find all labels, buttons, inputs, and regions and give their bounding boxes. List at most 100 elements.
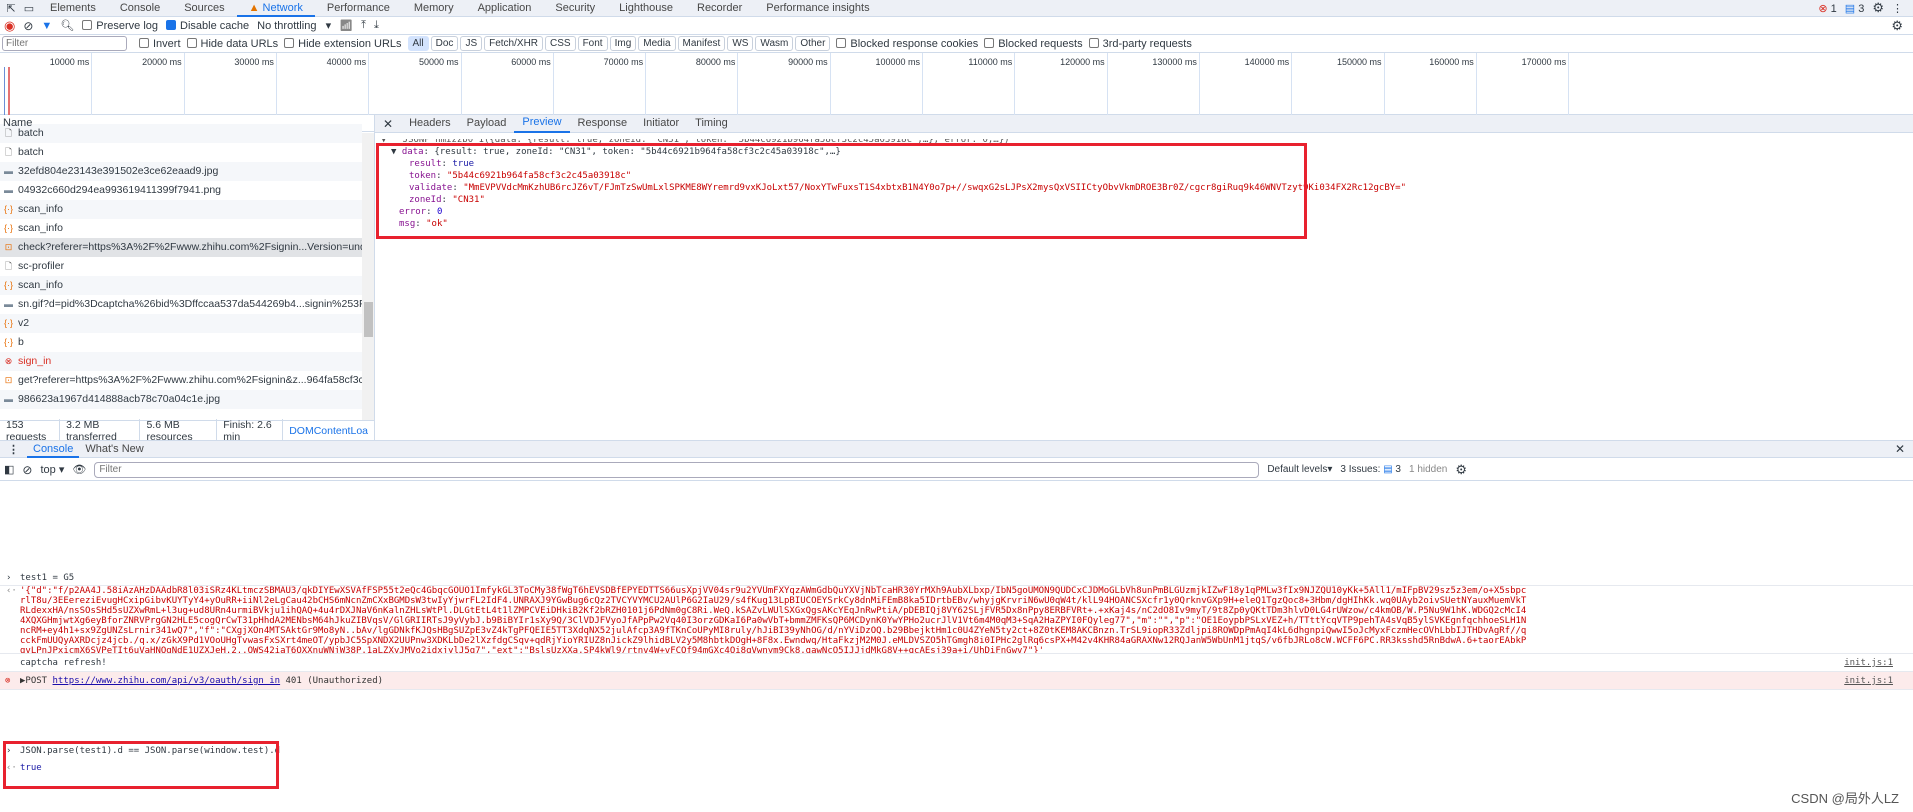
console-toolbar: ◧ ⊘ top ▾ 👁︎ Default levels▾ 3 Issues: ▤… — [0, 459, 1913, 481]
clear-console-icon[interactable]: ⊘ — [22, 463, 32, 477]
inspect-element-icon[interactable]: ⇱ — [2, 2, 20, 15]
request-row[interactable]: ⊡ check?referer=https%3A%2F%2Fwww.zhihu.c… — [0, 238, 362, 257]
tab-console[interactable]: Console — [108, 0, 172, 17]
network-overview-timeline[interactable]: 10000 ms 20000 ms 30000 ms 40000 ms 50000 ms… — [0, 53, 1913, 115]
tab-application[interactable]: Application — [466, 0, 544, 17]
tab-network[interactable]: ▲ Network — [236, 0, 315, 17]
request-row[interactable]: {·} scan_info — [0, 219, 362, 238]
tab-security[interactable]: Security — [543, 0, 607, 17]
filter-type-wasm[interactable]: Wasm — [755, 36, 794, 51]
blocked-cookies-checkbox[interactable]: Blocked response cookies — [836, 37, 978, 50]
device-toolbar-icon[interactable]: ▭ — [20, 2, 38, 15]
filter-type-all[interactable]: All — [407, 36, 429, 51]
hide-data-urls-checkbox[interactable]: Hide data URLs — [186, 37, 278, 50]
tab-sources[interactable]: Sources — [172, 0, 236, 17]
filter-type-font[interactable]: Font — [577, 36, 608, 51]
network-filter-input[interactable] — [2, 36, 127, 51]
request-row[interactable]: {·} v2 — [0, 314, 362, 333]
timeline-activity-marker — [4, 67, 5, 115]
filter-type-media[interactable]: Media — [638, 36, 676, 51]
blocked-requests-checkbox[interactable]: Blocked requests — [984, 37, 1083, 50]
console-filter-input[interactable] — [94, 461, 1260, 478]
filter-type-other[interactable]: Other — [795, 36, 831, 51]
network-settings-gear-icon[interactable]: ⚙ — [1891, 18, 1903, 34]
settings-gear-icon[interactable]: ⚙ — [1872, 0, 1884, 16]
log-source-link[interactable]: init.js:1 — [1844, 654, 1893, 672]
file-icon: 🗋 — [4, 261, 13, 271]
disable-cache-checkbox[interactable]: Disable cache — [166, 19, 249, 32]
tab-elements[interactable]: Elements — [38, 0, 108, 17]
timeline-tick: 50000 ms — [419, 53, 462, 115]
watermark: CSDN @局外人LZ — [1791, 791, 1899, 806]
request-row[interactable]: ▬ 32efd804e23143e391502e3ce62eaad9.jpg — [0, 162, 362, 181]
import-har-icon[interactable]: ⤒ — [361, 19, 366, 32]
request-row[interactable]: {·} scan_info — [0, 200, 362, 219]
throttling-select[interactable]: No throttling ▾ — [257, 19, 331, 32]
more-options-icon[interactable]: ⋮ — [1892, 2, 1903, 15]
issues-count-badge[interactable]: ▤ 3 — [1845, 2, 1865, 15]
request-row[interactable]: {·} scan_info — [0, 276, 362, 295]
close-drawer-icon[interactable]: ✕ — [1895, 442, 1913, 456]
network-conditions-icon[interactable]: 📶︎ — [339, 19, 353, 32]
request-row[interactable]: 🗋 batch — [0, 143, 362, 162]
error-source-link[interactable]: init.js:1 — [1844, 672, 1893, 690]
search-icon[interactable]: 🔍︎ — [60, 19, 74, 32]
request-row[interactable]: ▬ sn.gif?d=pid%3Dcaptcha%26bid%3Dffccaa53… — [0, 295, 362, 314]
filter-type-ws[interactable]: WS — [727, 36, 754, 51]
console-sidebar-icon[interactable]: ◧ — [4, 463, 14, 476]
console-prompt-input[interactable] — [0, 790, 1913, 810]
tab-memory[interactable]: Memory — [402, 0, 466, 17]
request-row[interactable]: ▬ 986623a1967d414888acb78c70a04c1e.jpg — [0, 390, 362, 409]
invert-checkbox[interactable]: Invert — [139, 37, 181, 50]
log-levels-select[interactable]: Default levels▾ — [1267, 464, 1332, 475]
drawer-tab-console[interactable]: Console — [27, 441, 80, 458]
tab-performance-insights[interactable]: Performance insights — [754, 0, 881, 17]
tab-recorder[interactable]: Recorder — [685, 0, 754, 17]
tab-performance[interactable]: Performance — [315, 0, 402, 17]
console-settings-gear-icon[interactable]: ⚙ — [1455, 462, 1467, 478]
request-list-scrollbar[interactable] — [362, 133, 374, 420]
drawer-menu-icon[interactable]: ⋮ — [0, 443, 27, 456]
close-details-icon[interactable]: ✕ — [375, 117, 401, 131]
details-tab-headers[interactable]: Headers — [401, 115, 459, 132]
image-icon: ▬ — [4, 185, 13, 195]
drawer-tab-whats-new[interactable]: What's New — [79, 441, 149, 458]
request-row[interactable]: {·} b — [0, 333, 362, 352]
export-har-icon[interactable]: ⤓ — [374, 19, 379, 32]
details-tab-timing[interactable]: Timing — [687, 115, 736, 132]
hide-extension-urls-checkbox[interactable]: Hide extension URLs — [284, 37, 402, 50]
details-tab-payload[interactable]: Payload — [459, 115, 515, 132]
issues-button[interactable]: 3 Issues: ▤ 3 — [1340, 464, 1401, 475]
details-tab-response[interactable]: Response — [570, 115, 636, 132]
filter-type-manifest[interactable]: Manifest — [677, 36, 726, 51]
error-request-url[interactable]: https://www.zhihu.com/api/v3/oauth/sign_… — [53, 676, 281, 686]
status-item: Finish: 2.6 min — [217, 418, 284, 443]
filter-funnel-icon[interactable]: ▼ — [41, 20, 52, 32]
filter-type-doc[interactable]: Doc — [430, 36, 459, 51]
filter-type-img[interactable]: Img — [609, 36, 637, 51]
request-list: Name 🗋 batch 🗋 batch ▬ 32efd804e23143e391502e… — [0, 115, 375, 420]
request-row[interactable]: 🗋 batch — [0, 124, 362, 143]
error-count-badge[interactable]: ⊗ 1 — [1818, 2, 1836, 15]
xhr-icon: {·} — [3, 318, 13, 328]
filter-type-js[interactable]: JS — [460, 36, 483, 51]
details-tab-initiator[interactable]: Initiator — [635, 115, 687, 132]
request-row[interactable]: ▬905834d88ce444fdb80cee94f6e8d2ff.png — [0, 409, 362, 412]
request-row[interactable]: ⊡ get?referer=https%3A%2F%2Fwww.zhihu.com… — [0, 371, 362, 390]
preserve-log-checkbox[interactable]: Preserve log — [82, 19, 158, 32]
request-row[interactable]: 🗋 sc-profiler — [0, 257, 362, 276]
details-tab-preview[interactable]: Preview — [514, 114, 570, 133]
third-party-checkbox[interactable]: 3rd-party requests — [1088, 37, 1192, 50]
filter-type-fetch-xhr[interactable]: Fetch/XHR — [484, 36, 544, 51]
live-expression-eye-icon[interactable]: 👁︎ — [72, 463, 86, 476]
clear-icon[interactable]: ⊘ — [23, 19, 33, 33]
request-row[interactable]: ▬ 04932c660d294ea993619411399f7941.png — [0, 181, 362, 200]
scrollbar-thumb[interactable] — [364, 302, 373, 337]
filter-type-css[interactable]: CSS — [545, 36, 576, 51]
timeline-tick: 30000 ms — [234, 53, 277, 115]
tab-lighthouse[interactable]: Lighthouse — [607, 0, 685, 17]
record-stop-icon[interactable]: ◉ — [4, 18, 15, 34]
request-row[interactable]: ⊗ sign_in — [0, 352, 362, 371]
timeline-tick: 20000 ms — [142, 53, 185, 115]
context-select[interactable]: top ▾ — [40, 463, 64, 476]
